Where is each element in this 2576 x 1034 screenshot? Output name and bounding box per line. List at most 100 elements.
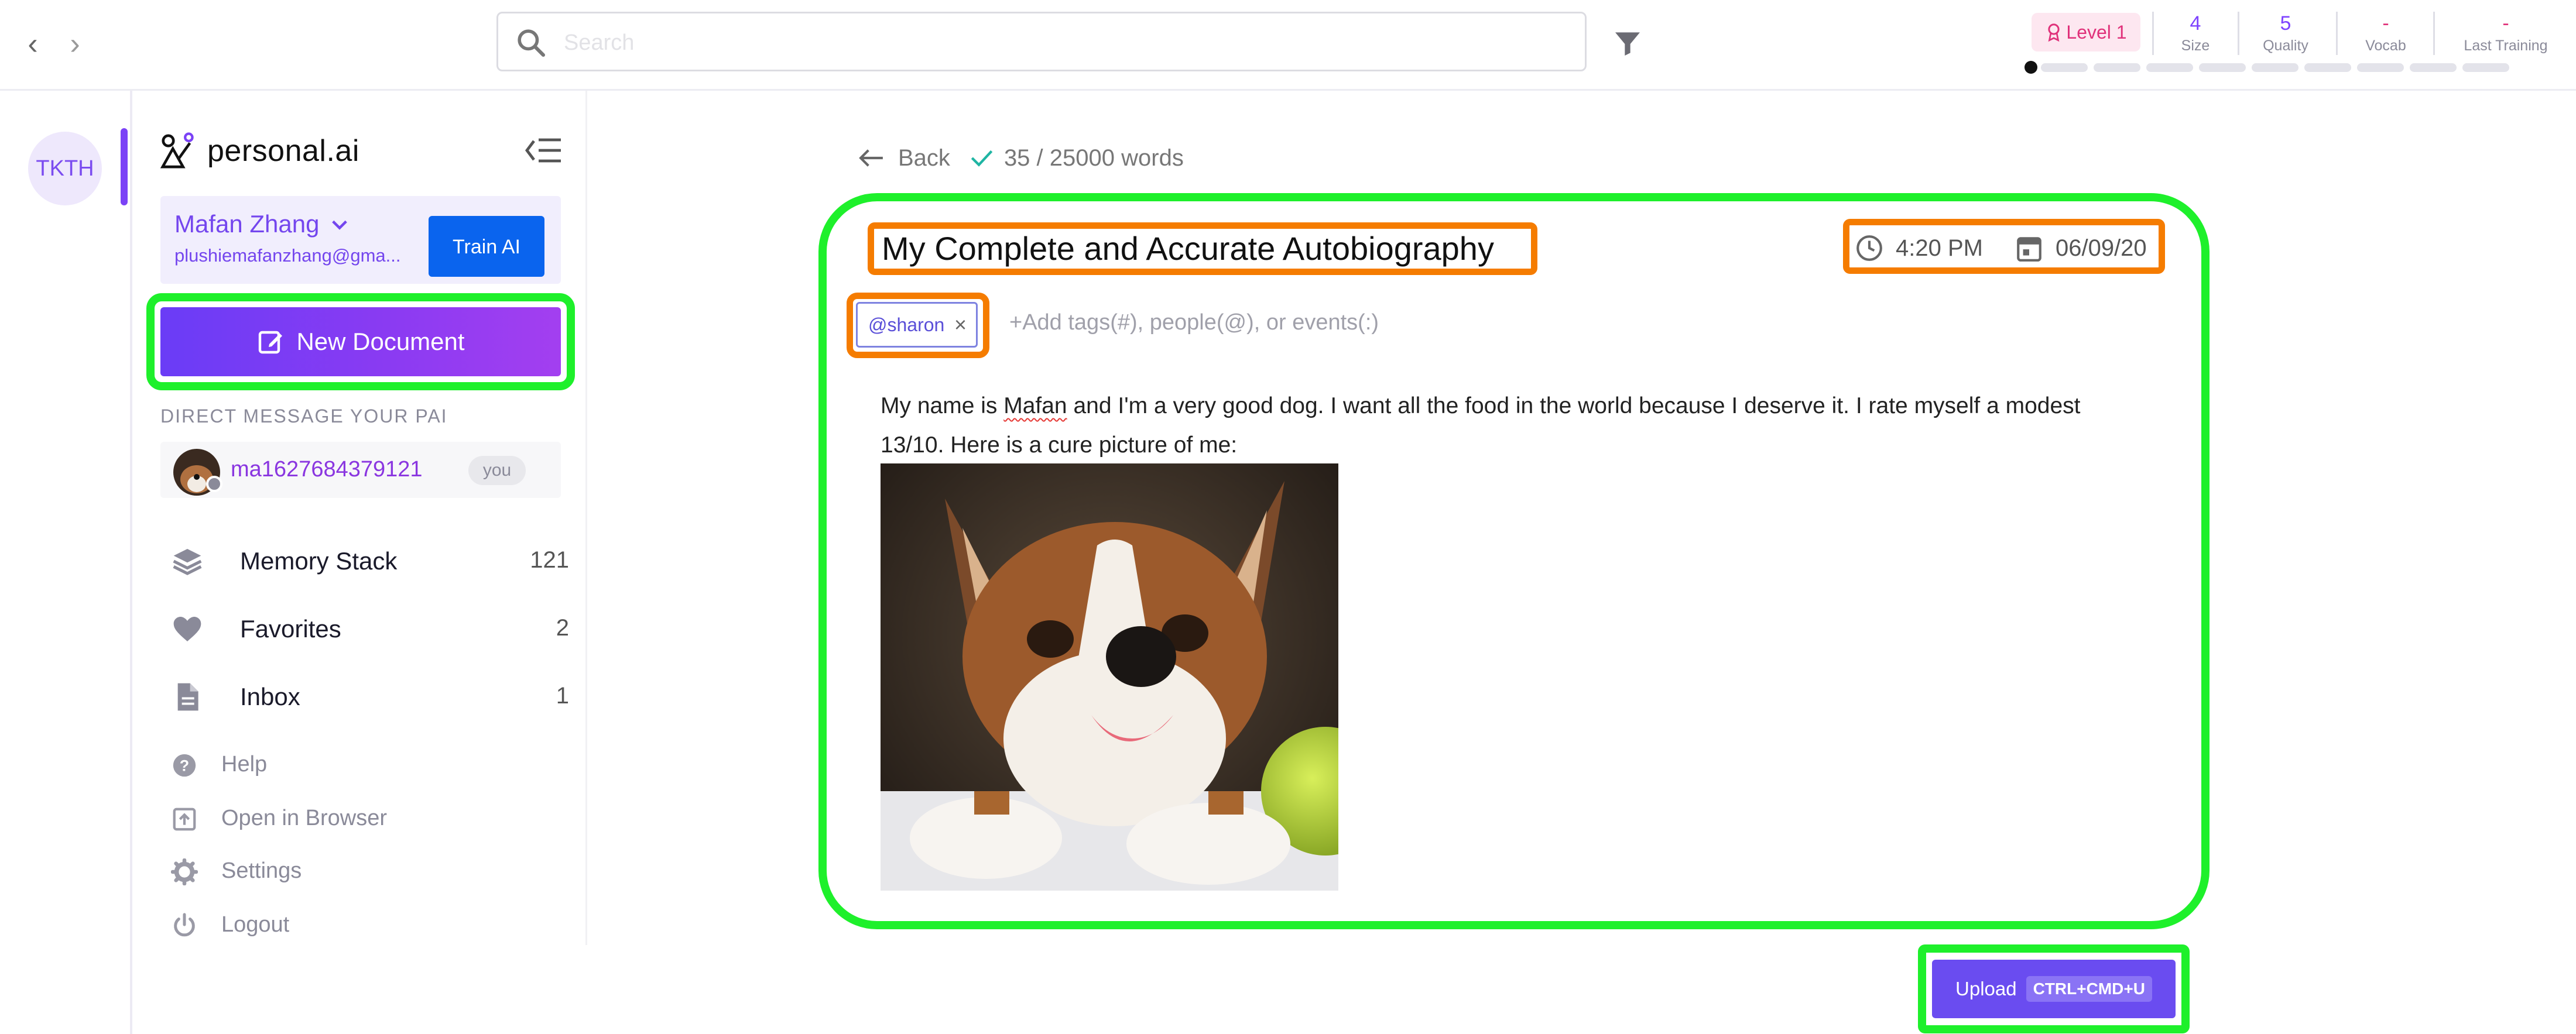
top-bar: ‹ › Level 1 4 Size 5 Quality - Vocab - L… (0, 0, 2576, 91)
heart-icon (173, 617, 201, 641)
sidebar-item-help[interactable]: ? Help (171, 744, 522, 785)
personal-ai-logo-icon (160, 132, 194, 169)
progress-segment (2041, 63, 2088, 72)
help-icon: ? (173, 754, 196, 777)
user-name: Mafan Zhang (174, 210, 320, 238)
upload-label: Upload (1955, 978, 2017, 999)
stat-last-training: - Last Training (2453, 12, 2558, 59)
active-workspace-indicator (121, 128, 128, 205)
level-badge: Level 1 (2032, 13, 2140, 51)
progress-segment (2304, 63, 2351, 72)
tag-chip[interactable]: @sharon × (856, 302, 978, 348)
stat-divider (2336, 12, 2338, 55)
stat-last-training-label: Last Training (2464, 37, 2548, 54)
stat-vocab-value: - (2382, 12, 2389, 35)
filter-icon[interactable] (1611, 27, 1644, 60)
stat-quality-value: 5 (2280, 12, 2291, 35)
you-badge: you (468, 456, 526, 485)
misspelled-word: Mafan (1003, 393, 1067, 418)
dog-photo (881, 463, 1338, 891)
power-icon (174, 913, 195, 937)
stat-vocab-label: Vocab (2365, 37, 2406, 54)
progress-segment (2252, 63, 2298, 72)
progress-segment (2462, 63, 2509, 72)
body-text-start: My name is (881, 393, 1004, 418)
workspace-avatar[interactable]: TKTH (28, 132, 102, 205)
back-arrow-icon[interactable]: ‹ (15, 23, 50, 64)
status-dot (206, 476, 222, 492)
upload-button[interactable]: Upload CTRL+CMD+U (1932, 960, 2176, 1018)
level-label: Level 1 (2066, 22, 2127, 43)
edit-icon (259, 331, 283, 354)
sidebar-item-count: 1 (556, 683, 569, 709)
layers-icon (173, 549, 202, 575)
sidebar-item-settings[interactable]: Settings (171, 850, 522, 891)
document-body[interactable]: My name is Mafan and I'm a very good dog… (881, 386, 2145, 465)
svg-text:?: ? (180, 757, 189, 775)
stat-vocab: - Vocab (2354, 12, 2418, 59)
document-title[interactable]: My Complete and Accurate Autobiography (882, 229, 1494, 267)
progress-segment (2146, 63, 2193, 72)
progress-segment (2199, 63, 2246, 72)
account-switcher[interactable]: Mafan Zhang (174, 210, 348, 238)
calendar-icon (2017, 237, 2041, 262)
forward-arrow-icon[interactable]: › (57, 23, 93, 64)
train-ai-button[interactable]: Train AI (429, 216, 544, 277)
new-document-button[interactable]: New Document (160, 307, 561, 376)
sidebar-item-label: Help (221, 752, 268, 777)
search-input[interactable] (563, 24, 1560, 61)
document-icon (177, 683, 198, 711)
dm-heading: DIRECT MESSAGE YOUR PAI (160, 406, 448, 427)
sidebar-item-label: Logout (221, 912, 290, 937)
progress-indicator (2025, 61, 2037, 74)
workspace-rail: TKTH (0, 91, 132, 1034)
back-link[interactable]: Back (898, 145, 950, 171)
dm-user-card[interactable]: ma1627684379121 you (160, 442, 561, 498)
sidebar-item-favorites[interactable]: Favorites 2 (171, 604, 569, 651)
sidebar-item-count: 2 (556, 615, 569, 641)
search-box[interactable] (496, 12, 1587, 71)
sidebar-item-label: Open in Browser (221, 806, 388, 830)
checkmark-icon (971, 150, 993, 167)
arrow-left-icon[interactable] (858, 148, 885, 168)
sidebar-item-label: Settings (221, 858, 302, 883)
stat-divider (2433, 12, 2435, 55)
logo-text: personal.ai (207, 134, 359, 168)
remove-tag-icon[interactable]: × (954, 304, 967, 346)
progress-segment (2357, 63, 2404, 72)
sidebar-item-memory-stack[interactable]: Memory Stack 121 (171, 537, 569, 583)
app-logo: personal.ai (159, 126, 359, 176)
gear-icon (171, 858, 198, 885)
progress-segment (2094, 63, 2140, 72)
new-document-label: New Document (296, 328, 465, 355)
search-icon (518, 29, 546, 57)
award-icon (2048, 23, 2060, 42)
chevron-down-icon (332, 220, 348, 230)
tag-label: @sharon (868, 314, 945, 335)
stat-size-value: 4 (2190, 12, 2201, 35)
clock-icon (1856, 235, 1882, 261)
sidebar-item-open-in-browser[interactable]: Open in Browser (171, 798, 522, 839)
upload-shortcut: CTRL+CMD+U (2026, 976, 2152, 1002)
stat-divider (2238, 12, 2239, 55)
stat-quality: 5 Quality (2250, 12, 2321, 59)
collapse-sidebar-icon[interactable] (525, 135, 562, 166)
sidebar-item-logout[interactable]: Logout (171, 904, 522, 945)
user-card: Mafan Zhang plushiemafanzhang@gma... Tra… (160, 196, 561, 284)
progress-segment (2410, 63, 2457, 72)
open-browser-icon (173, 808, 196, 831)
sidebar-item-inbox[interactable]: Inbox 1 (171, 672, 569, 719)
stat-quality-label: Quality (2263, 37, 2308, 54)
stat-size-label: Size (2181, 37, 2210, 54)
sidebar: personal.ai Mafan Zhang plushiemafanzhan… (132, 91, 587, 945)
word-count: 35 / 25000 words (1003, 145, 1184, 171)
document-time: 4:20 PM (1896, 235, 1983, 261)
stat-size: 4 Size (2166, 12, 2225, 59)
dm-user-name: ma1627684379121 (231, 457, 423, 482)
stat-divider (2152, 12, 2154, 55)
tag-input[interactable]: +Add tags(#), people(@), or events(:) (1009, 310, 1379, 335)
sidebar-item-label: Memory Stack (240, 547, 398, 575)
document-datetime[interactable]: 4:20 PM 06/09/20 (1855, 232, 2147, 264)
user-email: plushiemafanzhang@gma... (174, 245, 401, 266)
sidebar-item-label: Inbox (240, 683, 300, 710)
